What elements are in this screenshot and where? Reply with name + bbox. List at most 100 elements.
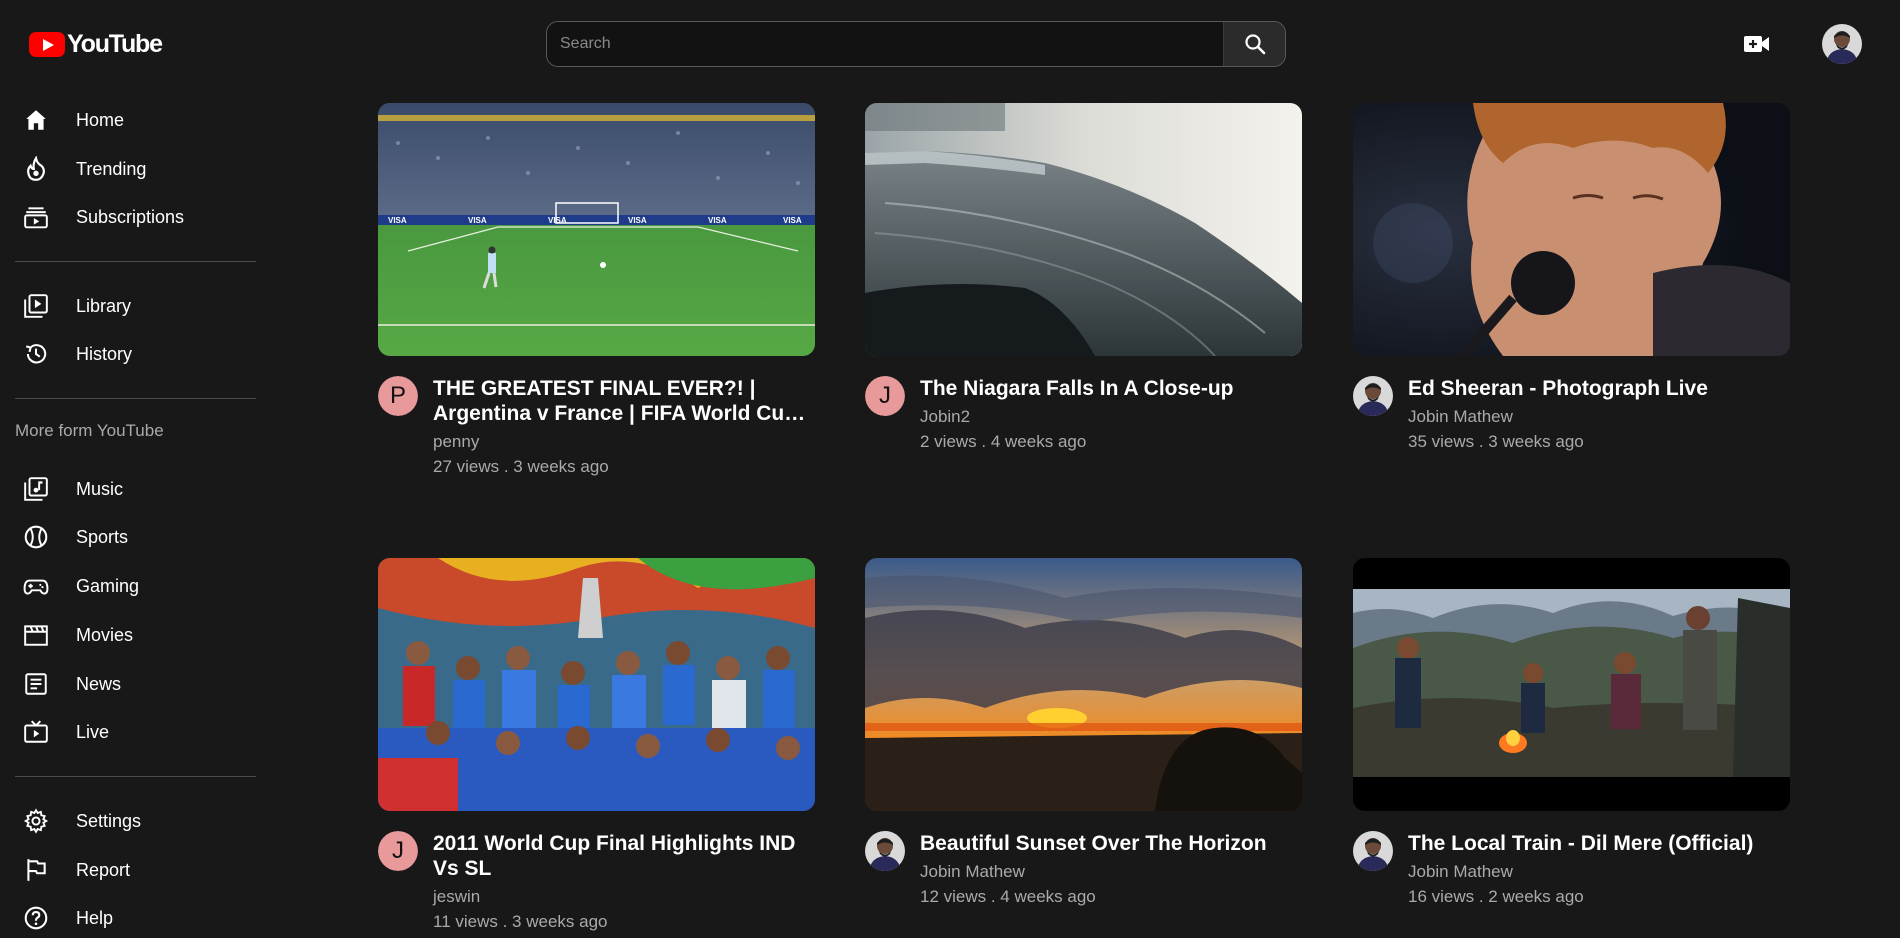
sidebar-item-label: Sports: [76, 526, 129, 547]
play-logo-icon: [29, 32, 65, 57]
channel-avatar-photo: [1353, 831, 1393, 871]
video-meta: The Local Train - Dil Mere (Official) Jo…: [1353, 831, 1790, 907]
sidebar-item-label: Help: [76, 907, 114, 928]
svg-text:VISA: VISA: [708, 216, 727, 225]
sidebar-item-library[interactable]: Library: [22, 288, 252, 324]
channel-avatar-photo: [865, 831, 905, 871]
video-stats: 2 views . 4 weeks ago: [920, 432, 1087, 451]
video-thumbnail[interactable]: [1353, 103, 1790, 356]
sidebar-divider: [15, 261, 256, 262]
sidebar-item-live[interactable]: Live: [22, 714, 252, 750]
video-card[interactable]: The Local Train - Dil Mere (Official) Jo…: [1353, 558, 1790, 907]
sidebar-item-label: Report: [76, 859, 131, 880]
channel-avatar[interactable]: P: [378, 376, 418, 416]
sidebar-item-settings[interactable]: Settings: [22, 803, 252, 839]
mountain-campfire-thumbnail: [1353, 558, 1790, 811]
channel-name[interactable]: Jobin Mathew: [920, 862, 1302, 882]
sidebar-item-help[interactable]: Help: [22, 900, 252, 936]
video-meta: P THE GREATEST FINAL EVER?! | Argentina …: [378, 376, 815, 477]
sidebar-item-music[interactable]: Music: [22, 471, 252, 507]
channel-name[interactable]: jeswin: [433, 887, 815, 907]
music-icon: [22, 475, 50, 503]
search-input[interactable]: [547, 22, 1223, 66]
news-icon: [22, 670, 50, 698]
sidebar-item-label: News: [76, 673, 122, 694]
live-tv-icon: [22, 718, 50, 746]
channel-avatar[interactable]: [1353, 831, 1393, 871]
video-card[interactable]: J The Niagara Falls In A Close-up Jobin2…: [865, 103, 1302, 452]
video-thumbnail[interactable]: [865, 103, 1302, 356]
fire-icon: [22, 155, 50, 183]
channel-avatar[interactable]: J: [865, 376, 905, 416]
sidebar-item-sports[interactable]: Sports: [22, 519, 252, 555]
home-icon: [22, 106, 50, 134]
video-card[interactable]: Beautiful Sunset Over The Horizon Jobin …: [865, 558, 1302, 907]
sidebar-section-title: More form YouTube: [15, 421, 164, 440]
video-card[interactable]: Ed Sheeran - Photograph Live Jobin Mathe…: [1353, 103, 1790, 452]
library-icon: [22, 292, 50, 320]
sports-icon: [22, 523, 50, 551]
search-button[interactable]: [1223, 22, 1285, 66]
sidebar-item-subscriptions[interactable]: Subscriptions: [22, 199, 252, 235]
video-title[interactable]: Beautiful Sunset Over The Horizon: [920, 831, 1302, 856]
svg-text:VISA: VISA: [628, 216, 647, 225]
flag-icon: [22, 856, 50, 884]
channel-name[interactable]: Jobin2: [920, 407, 1302, 427]
sidebar-item-label: Trending: [76, 158, 147, 179]
sidebar-item-home[interactable]: Home: [22, 102, 252, 138]
logo-text: YouTube: [67, 30, 163, 58]
video-card[interactable]: J 2011 World Cup Final Highlights IND Vs…: [378, 558, 815, 932]
sidebar-item-label: Gaming: [76, 575, 140, 596]
subscriptions-icon: [22, 203, 50, 231]
video-stats: 16 views . 2 weeks ago: [1408, 887, 1584, 906]
video-thumbnail[interactable]: [865, 558, 1302, 811]
sidebar-item-label: Settings: [76, 810, 142, 831]
video-stats: 11 views . 3 weeks ago: [433, 912, 608, 931]
video-title[interactable]: The Local Train - Dil Mere (Official): [1408, 831, 1790, 856]
history-icon: [22, 340, 50, 368]
channel-avatar-letter: J: [865, 376, 905, 416]
video-thumbnail[interactable]: [1353, 558, 1790, 811]
video-meta: J The Niagara Falls In A Close-up Jobin2…: [865, 376, 1302, 452]
video-meta: Ed Sheeran - Photograph Live Jobin Mathe…: [1353, 376, 1790, 452]
video-title[interactable]: The Niagara Falls In A Close-up: [920, 376, 1302, 401]
video-title[interactable]: 2011 World Cup Final Highlights IND Vs S…: [433, 831, 815, 881]
video-card[interactable]: VISA VISA VISA VISA VISA VISA P THE GREATEST …: [378, 103, 815, 477]
youtube-logo[interactable]: YouTubeIN: [29, 30, 163, 59]
sidebar: Home Trending Subscriptions Library Hist…: [0, 88, 270, 938]
football-stadium-thumbnail: VISA VISA VISA VISA VISA VISA: [378, 103, 815, 356]
create-video-button[interactable]: [1743, 33, 1771, 55]
video-title[interactable]: Ed Sheeran - Photograph Live: [1408, 376, 1790, 401]
channel-name[interactable]: Jobin Mathew: [1408, 407, 1790, 427]
sidebar-item-gaming[interactable]: Gaming: [22, 568, 252, 604]
sidebar-item-history[interactable]: History: [22, 336, 252, 372]
svg-text:VISA: VISA: [783, 216, 802, 225]
channel-avatar[interactable]: [1353, 376, 1393, 416]
singer-microphone-thumbnail: [1353, 103, 1790, 356]
sidebar-item-report[interactable]: Report: [22, 852, 252, 888]
channel-avatar[interactable]: [865, 831, 905, 871]
channel-name[interactable]: penny: [433, 432, 815, 452]
top-bar: YouTubeIN: [0, 0, 1900, 88]
channel-name[interactable]: Jobin Mathew: [1408, 862, 1790, 882]
channel-avatar-letter: J: [378, 831, 418, 871]
sidebar-item-label: Movies: [76, 624, 134, 645]
sidebar-item-movies[interactable]: Movies: [22, 617, 252, 653]
clapperboard-icon: [22, 621, 50, 649]
channel-avatar-letter: P: [378, 376, 418, 416]
sunset-thumbnail: [865, 558, 1302, 811]
video-stats: 12 views . 4 weeks ago: [920, 887, 1096, 906]
gear-icon: [22, 807, 50, 835]
channel-avatar[interactable]: J: [378, 831, 418, 871]
sidebar-item-trending[interactable]: Trending: [22, 151, 252, 187]
search-icon: [1244, 34, 1265, 55]
sidebar-item-news[interactable]: News: [22, 666, 252, 702]
svg-text:VISA: VISA: [468, 216, 487, 225]
sidebar-item-label: Live: [76, 721, 110, 742]
waterfall-thumbnail: [865, 103, 1302, 356]
user-avatar[interactable]: [1822, 24, 1862, 64]
video-thumbnail[interactable]: [378, 558, 815, 811]
video-thumbnail[interactable]: VISA VISA VISA VISA VISA VISA: [378, 103, 815, 356]
sidebar-divider: [15, 398, 256, 399]
video-title[interactable]: THE GREATEST FINAL EVER?! | Argentina v …: [433, 376, 815, 426]
